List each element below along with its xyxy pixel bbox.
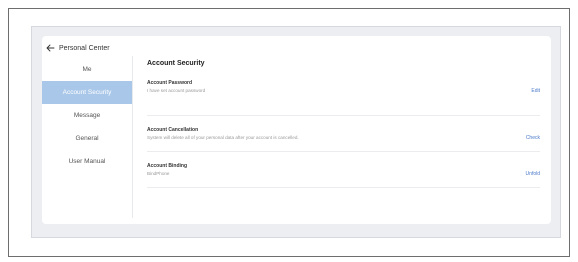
row-description: BindPhone — [147, 171, 170, 176]
sidebar-item-label: Message — [73, 112, 101, 119]
row-label: Account Cancellation — [147, 127, 199, 133]
page-title: Personal Center — [59, 44, 110, 52]
section-title: Account Security — [147, 60, 205, 67]
sidebar-item-label: Me — [82, 66, 92, 73]
sidebar-item-user-manual[interactable]: User Manual — [42, 150, 132, 173]
sidebar-item-me[interactable]: Me — [42, 58, 132, 81]
sidebar-item-label: User Manual — [68, 158, 106, 165]
row-description: System will delete all of your personal … — [147, 135, 299, 140]
account-binding-row: Account Binding BindPhone Unfold — [147, 152, 540, 188]
sidebar-item-account-security[interactable]: Account Security — [42, 81, 132, 104]
row-description: I have set account password — [147, 88, 206, 93]
account-password-row: Account Password I have set account pass… — [147, 80, 540, 116]
row-label: Account Password — [147, 80, 193, 86]
sidebar-item-label: General — [75, 135, 99, 142]
unfold-binding-link[interactable]: Unfold — [526, 171, 540, 177]
arrow-left-icon[interactable] — [46, 44, 55, 52]
check-cancellation-link[interactable]: Check — [526, 135, 540, 141]
sidebar-item-label: Account Security — [62, 89, 112, 96]
sidebar-item-message[interactable]: Message — [42, 104, 132, 127]
edit-password-link[interactable]: Edit — [531, 88, 540, 94]
account-cancellation-row: Account Cancellation System will delete … — [147, 116, 540, 152]
sidebar: Me Account Security Message General User… — [42, 56, 133, 218]
row-label: Account Binding — [147, 163, 187, 169]
main-content: Account Security Account Password I have… — [147, 56, 540, 188]
sidebar-item-general[interactable]: General — [42, 127, 132, 150]
page-header: Personal Center — [46, 44, 110, 52]
